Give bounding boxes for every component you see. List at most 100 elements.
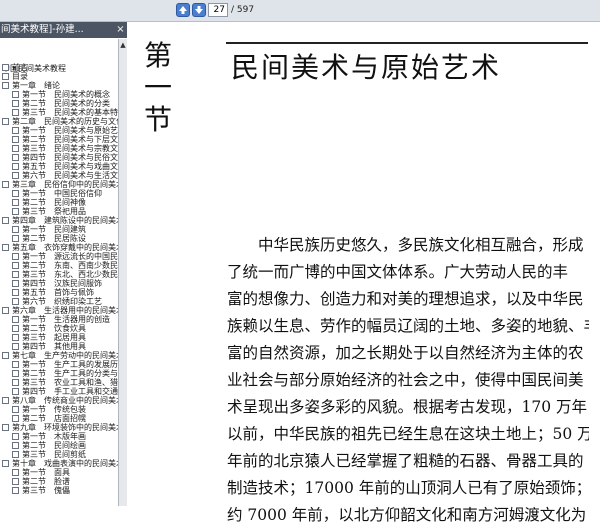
bookmark-item[interactable]: 第二章 民间美术的历史与文化 <box>0 117 118 126</box>
bookmark-item-label: 目录 <box>12 72 28 81</box>
bookmark-item-label: 第一节 民间建筑 <box>22 225 86 234</box>
bookmark-item[interactable]: 第一节 民间建筑 <box>0 225 118 234</box>
bookmark-item[interactable]: 第四节 民间美术与民俗文 <box>0 153 118 162</box>
bookmark-item-label: 第十章 戏曲表演中的民间美术 <box>12 459 119 468</box>
bookmark-item[interactable]: 第三节 民间美术与宗教文 <box>0 144 118 153</box>
bookmark-item[interactable]: 第二节 民间神像 <box>0 198 118 207</box>
down-arrow-icon <box>195 6 203 14</box>
bookmark-item[interactable]: 第十章 戏曲表演中的民间美术 <box>0 459 118 468</box>
bookmark-item[interactable]: 第六节 民间美术与生活文 <box>0 171 118 180</box>
bookmark-item[interactable]: 第三节 农业工具和渔、猎 <box>0 378 118 387</box>
bookmark-item-label: 第四章 建筑陈设中的民间美术 <box>12 216 119 225</box>
bookmark-page-icon <box>12 343 19 350</box>
bookmark-item-label: 第一节 木版年画 <box>22 432 86 441</box>
bookmark-item[interactable]: 第一节 传统包装 <box>0 405 118 414</box>
bookmark-item[interactable]: 第二节 饮食炊具 <box>0 324 118 333</box>
bookmark-item-label: 第四节 手工业工具和交通 <box>22 387 118 396</box>
body-line: 族赖以生息、劳作的幅员辽阔的土地、多姿的地貌、丰 <box>227 317 589 335</box>
bookmark-item[interactable]: 第二节 东南、西南少数民 <box>0 261 118 270</box>
bookmark-item[interactable]: 第二节 民居陈设 <box>0 234 118 243</box>
chapter-char-1: 第 <box>143 39 172 72</box>
bookmark-page-icon <box>12 370 19 377</box>
bookmark-item[interactable]: 第三节 起居用具 <box>0 333 118 342</box>
bookmark-page-icon <box>12 100 19 107</box>
bookmark-item[interactable]: 第一章 绪论 <box>0 81 118 90</box>
bookmark-page-icon <box>2 307 9 314</box>
bookmark-item[interactable]: 第一节 面具 <box>0 468 118 477</box>
bookmark-page-icon <box>12 280 19 287</box>
bookmark-page-icon <box>12 415 19 422</box>
body-line: 业社会与部分原始经济的社会之中，使得中国民间美 <box>227 371 584 389</box>
bookmark-item[interactable]: 第四章 建筑陈设中的民间美术 <box>0 216 118 225</box>
bookmark-item[interactable]: 目录 <box>0 72 118 81</box>
bookmark-item[interactable]: 第五章 衣饰穿戴中的民间美术 <box>0 243 118 252</box>
bookmark-item[interactable]: 第一节 民间美术的概念 <box>0 90 118 99</box>
bookmark-item[interactable]: 第二节 民间绘画 <box>0 441 118 450</box>
bookmark-item-label: 第二节 脸谱 <box>22 477 70 486</box>
bookmark-item[interactable]: 第六节 织绣印染工艺 <box>0 297 118 306</box>
bookmark-item[interactable]: 第七章 生产劳动中的民间美术 <box>0 351 118 360</box>
bookmark-item[interactable]: 第一节 中国民俗信仰 <box>0 189 118 198</box>
bookmark-item-label: 第四节 其他用具 <box>22 342 86 351</box>
bookmark-page-icon <box>2 424 9 431</box>
bookmark-item[interactable]: 第一节 生产工具的发展历 <box>0 360 118 369</box>
bookmark-page-icon <box>12 325 19 332</box>
page-total-label: / 597 <box>231 5 255 15</box>
bookmark-item[interactable]: 前言 <box>0 63 118 72</box>
bookmark-item[interactable]: 第四节 其他用具 <box>0 342 118 351</box>
bookmark-item[interactable]: 第二节 生产工具的分类与 <box>0 369 118 378</box>
bookmark-page-icon <box>2 82 9 89</box>
bookmark-item[interactable]: 第三节 民间剪纸 <box>0 450 118 459</box>
bookmark-page-icon <box>2 73 9 80</box>
bookmark-item[interactable]: 第二节 脸谱 <box>0 477 118 486</box>
bookmark-item-label: 第二章 民间美术的历史与文化 <box>12 117 119 126</box>
bookmark-item-label: 第三节 民间美术与宗教文 <box>22 144 118 153</box>
bookmark-item[interactable]: 第三节 民间美术的基本特 <box>0 108 118 117</box>
scroll-up-icon[interactable]: ▲ <box>120 41 126 49</box>
bookmarks-panel: 中国民间美术教程 前言 目录 第一章 绪论 第一节 民间美术的概念 第二节 民间美术的分… <box>0 39 119 506</box>
bookmark-item[interactable]: 第三章 民俗信仰中的民间美术 <box>0 180 118 189</box>
bookmark-page-icon <box>12 451 19 458</box>
bookmark-item[interactable]: 第三节 傀儡 <box>0 486 118 495</box>
body-line: 术呈现出多姿多彩的风貌。根据考古发现，170 万年 <box>227 398 588 416</box>
page-number-input[interactable] <box>208 3 228 17</box>
bookmark-item[interactable]: 第四节 手工业工具和交通 <box>0 387 118 396</box>
bookmark-item[interactable]: 第一节 生活器用的创造 <box>0 315 118 324</box>
bookmark-page-icon <box>12 127 19 134</box>
bookmark-item-label: 第七章 生产劳动中的民间美术 <box>12 351 119 360</box>
bookmark-page-icon <box>12 487 19 494</box>
bookmark-item[interactable]: 第九章 环境装饰中的民间美术 <box>0 423 118 432</box>
bookmark-page-icon <box>12 334 19 341</box>
bookmark-item[interactable]: 第二节 民间美术与下层文 <box>0 135 118 144</box>
document-tab-title[interactable]: 间美术教程]-孙建... <box>0 23 113 37</box>
bookmark-item[interactable]: 第三节 东北、西北少数民 <box>0 270 118 279</box>
bookmark-item[interactable]: 第八章 传统商业中的民间美术 <box>0 396 118 405</box>
body-line: 了统一而广博的中国文体体系。广大劳动人民的丰 <box>227 263 569 281</box>
bookmark-item[interactable]: 第一节 木版年画 <box>0 432 118 441</box>
up-arrow-icon <box>179 6 187 14</box>
bookmark-item[interactable]: 第一节 民间美术与原始艺 <box>0 126 118 135</box>
next-page-button[interactable] <box>192 3 206 17</box>
bookmark-page-icon <box>2 352 9 359</box>
prev-page-button[interactable] <box>176 3 190 17</box>
bookmark-item[interactable]: 第三节 祭祀用品 <box>0 207 118 216</box>
bookmark-item-label: 第二节 民间绘画 <box>22 441 86 450</box>
bookmarks-scrollbar[interactable]: ▲ <box>118 39 127 506</box>
bookmark-item-label: 第三节 民间剪纸 <box>22 450 86 459</box>
bookmark-item[interactable]: 第五节 民间美术与戏曲文 <box>0 162 118 171</box>
close-icon[interactable]: × <box>115 24 126 36</box>
bookmark-item[interactable]: 第二节 店面招幌 <box>0 414 118 423</box>
bookmark-item-label: 第九章 环境装饰中的民间美术 <box>12 423 119 432</box>
bookmark-item-label: 第一节 源远流长的中国民 <box>22 252 118 261</box>
bookmark-item-label: 前言 <box>12 63 28 72</box>
bookmark-page-icon <box>12 298 19 305</box>
bookmark-item[interactable]: 第四节 汉族民间服饰 <box>0 279 118 288</box>
body-line: 制造技术；17000 年前的山顶洞人已有了原始颈饰； <box>227 479 589 497</box>
bookmark-item[interactable]: 第一节 源远流长的中国民 <box>0 252 118 261</box>
bookmark-item-label: 第三节 农业工具和渔、猎 <box>22 378 118 387</box>
bookmark-item[interactable]: 第二节 民间美术的分类 <box>0 99 118 108</box>
bookmark-item[interactable]: 第五节 首饰与佩饰 <box>0 288 118 297</box>
bookmark-item[interactable]: 第六章 生活器用中的民间美术 <box>0 306 118 315</box>
bookmark-page-icon <box>2 118 9 125</box>
bookmark-item-label: 第二节 民间神像 <box>22 198 86 207</box>
